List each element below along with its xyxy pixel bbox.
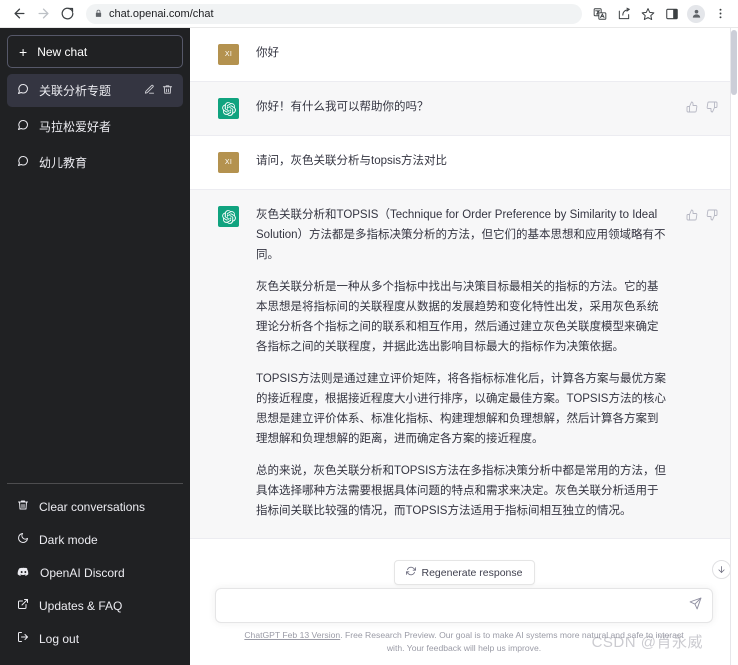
more-menu-icon[interactable] xyxy=(710,4,730,24)
trash-icon xyxy=(17,499,29,514)
sidebar-item-label: Log out xyxy=(39,632,79,646)
delete-trash-icon[interactable] xyxy=(162,84,173,98)
sidebar-item-dark-mode[interactable]: Dark mode xyxy=(7,523,183,556)
assistant-avatar xyxy=(218,206,239,227)
message-row-assistant: 灰色关联分析和TOPSIS（Technique for Order Prefer… xyxy=(190,190,738,539)
message-paragraph: 你好 xyxy=(256,44,718,64)
sidebar-item-conversation-1[interactable]: 马拉松爱好者 xyxy=(7,110,183,143)
scroll-to-bottom-button[interactable] xyxy=(712,560,731,579)
message-paragraph: 总的来说，灰色关联分析和TOPSIS方法在多指标决策分析中都是常用的方法，但具体… xyxy=(256,462,669,521)
sidebar-item-openai-discord[interactable]: OpenAI Discord xyxy=(7,556,183,589)
avatar xyxy=(687,5,705,23)
new-chat-button[interactable]: + New chat xyxy=(7,35,183,68)
conversation-list: 关联分析专题 马拉松爱好者 xyxy=(7,74,183,483)
sidebar-item-conversation-0[interactable]: 关联分析专题 xyxy=(7,74,183,107)
new-chat-label: New chat xyxy=(37,45,87,59)
assistant-avatar xyxy=(218,98,239,119)
conversation-title: 关联分析专题 xyxy=(39,82,134,99)
sidebar-item-conversation-2[interactable]: 幼儿教育 xyxy=(7,146,183,179)
sidebar-item-clear-conversations[interactable]: Clear conversations xyxy=(7,490,183,523)
sidebar-item-label: Updates & FAQ xyxy=(39,599,122,613)
sidebar-item-log-out[interactable]: Log out xyxy=(7,622,183,655)
sidebar-item-label: OpenAI Discord xyxy=(40,566,125,580)
thumbs-up-icon[interactable] xyxy=(686,208,698,226)
conversation-title: 马拉松爱好者 xyxy=(39,118,173,135)
message-feedback-actions xyxy=(686,98,718,119)
message-paragraph: 灰色关联分析是一种从多个指标中找出与决策目标最相关的指标的方法。它的基本思想是将… xyxy=(256,278,669,357)
refresh-icon xyxy=(406,566,416,579)
moon-icon xyxy=(17,532,29,547)
browser-back-button[interactable] xyxy=(8,3,30,25)
message-content: 你好 xyxy=(256,44,718,65)
external-link-icon xyxy=(17,598,29,613)
message-paragraph: 你好！有什么我可以帮助你的吗？ xyxy=(256,98,669,118)
profile-icon[interactable] xyxy=(686,4,706,24)
sidebar-item-updates-faq[interactable]: Updates & FAQ xyxy=(7,589,183,622)
sidebar-footer: Clear conversations Dark mode OpenAI Dis… xyxy=(7,483,183,665)
thumbs-up-icon[interactable] xyxy=(686,100,698,118)
share-icon[interactable] xyxy=(614,4,634,24)
discord-icon xyxy=(17,565,30,581)
message-paragraph: 请问，灰色关联分析与topsis方法对比 xyxy=(256,152,718,172)
sidebar-item-label: Clear conversations xyxy=(39,500,145,514)
thumbs-down-icon[interactable] xyxy=(706,100,718,118)
chat-bubble-icon xyxy=(17,83,29,98)
translate-icon[interactable] xyxy=(590,4,610,24)
side-panel-icon[interactable] xyxy=(662,4,682,24)
message-input[interactable] xyxy=(226,589,683,622)
chat-bubble-icon xyxy=(17,155,29,170)
plus-icon: + xyxy=(19,45,27,59)
disclaimer-text: . Free Research Preview. Our goal is to … xyxy=(340,630,683,652)
lock-icon xyxy=(94,5,103,23)
chat-bubble-icon xyxy=(17,119,29,134)
composer-area: Regenerate response ChatGPT Feb 13 Versi… xyxy=(190,588,738,665)
browser-reload-button[interactable] xyxy=(56,3,78,25)
message-thread: XI 你好 你好！有什么我可以帮助你的吗？ xyxy=(190,28,738,588)
message-content: 灰色关联分析和TOPSIS（Technique for Order Prefer… xyxy=(256,206,669,522)
message-feedback-actions xyxy=(686,206,718,522)
conversation-row-actions xyxy=(144,84,173,98)
composer-box[interactable] xyxy=(215,588,713,623)
regenerate-label: Regenerate response xyxy=(422,567,523,579)
scrollbar-thumb[interactable] xyxy=(731,30,737,95)
message-paragraph: TOPSIS方法则是通过建立评价矩阵，将各指标标准化后，计算各方案与最优方案的接… xyxy=(256,370,669,449)
message-row-user: XI 请问，灰色关联分析与topsis方法对比 xyxy=(190,136,738,190)
chat-main: XI 你好 你好！有什么我可以帮助你的吗？ xyxy=(190,28,738,665)
chatgpt-app: + New chat 关联分析专题 xyxy=(0,28,738,665)
message-content: 请问，灰色关联分析与topsis方法对比 xyxy=(256,152,718,173)
message-row-assistant: 你好！有什么我可以帮助你的吗？ xyxy=(190,82,738,136)
message-row-user: XI 你好 xyxy=(190,28,738,82)
disclaimer: ChatGPT Feb 13 Version. Free Research Pr… xyxy=(215,623,713,661)
user-avatar: XI xyxy=(218,44,239,65)
url-text: chat.openai.com/chat xyxy=(109,8,214,20)
browser-forward-button[interactable] xyxy=(32,3,54,25)
sidebar: + New chat 关联分析专题 xyxy=(0,28,190,665)
sidebar-item-label: Dark mode xyxy=(39,533,98,547)
edit-pencil-icon[interactable] xyxy=(144,84,155,98)
message-paragraph: 灰色关联分析和TOPSIS（Technique for Order Prefer… xyxy=(256,206,669,265)
conversation-title: 幼儿教育 xyxy=(39,154,173,171)
browser-toolbar: chat.openai.com/chat xyxy=(0,0,738,28)
browser-action-icons xyxy=(590,4,730,24)
message-content: 你好！有什么我可以帮助你的吗？ xyxy=(256,98,669,119)
bookmark-star-icon[interactable] xyxy=(638,4,658,24)
thread-scrollbar[interactable] xyxy=(730,28,738,665)
regenerate-response-button[interactable]: Regenerate response xyxy=(394,560,535,585)
url-bar[interactable]: chat.openai.com/chat xyxy=(86,4,582,24)
version-link[interactable]: ChatGPT Feb 13 Version xyxy=(244,630,340,640)
thumbs-down-icon[interactable] xyxy=(706,208,718,226)
user-avatar: XI xyxy=(218,152,239,173)
logout-icon xyxy=(17,631,29,646)
send-icon[interactable] xyxy=(683,597,702,615)
